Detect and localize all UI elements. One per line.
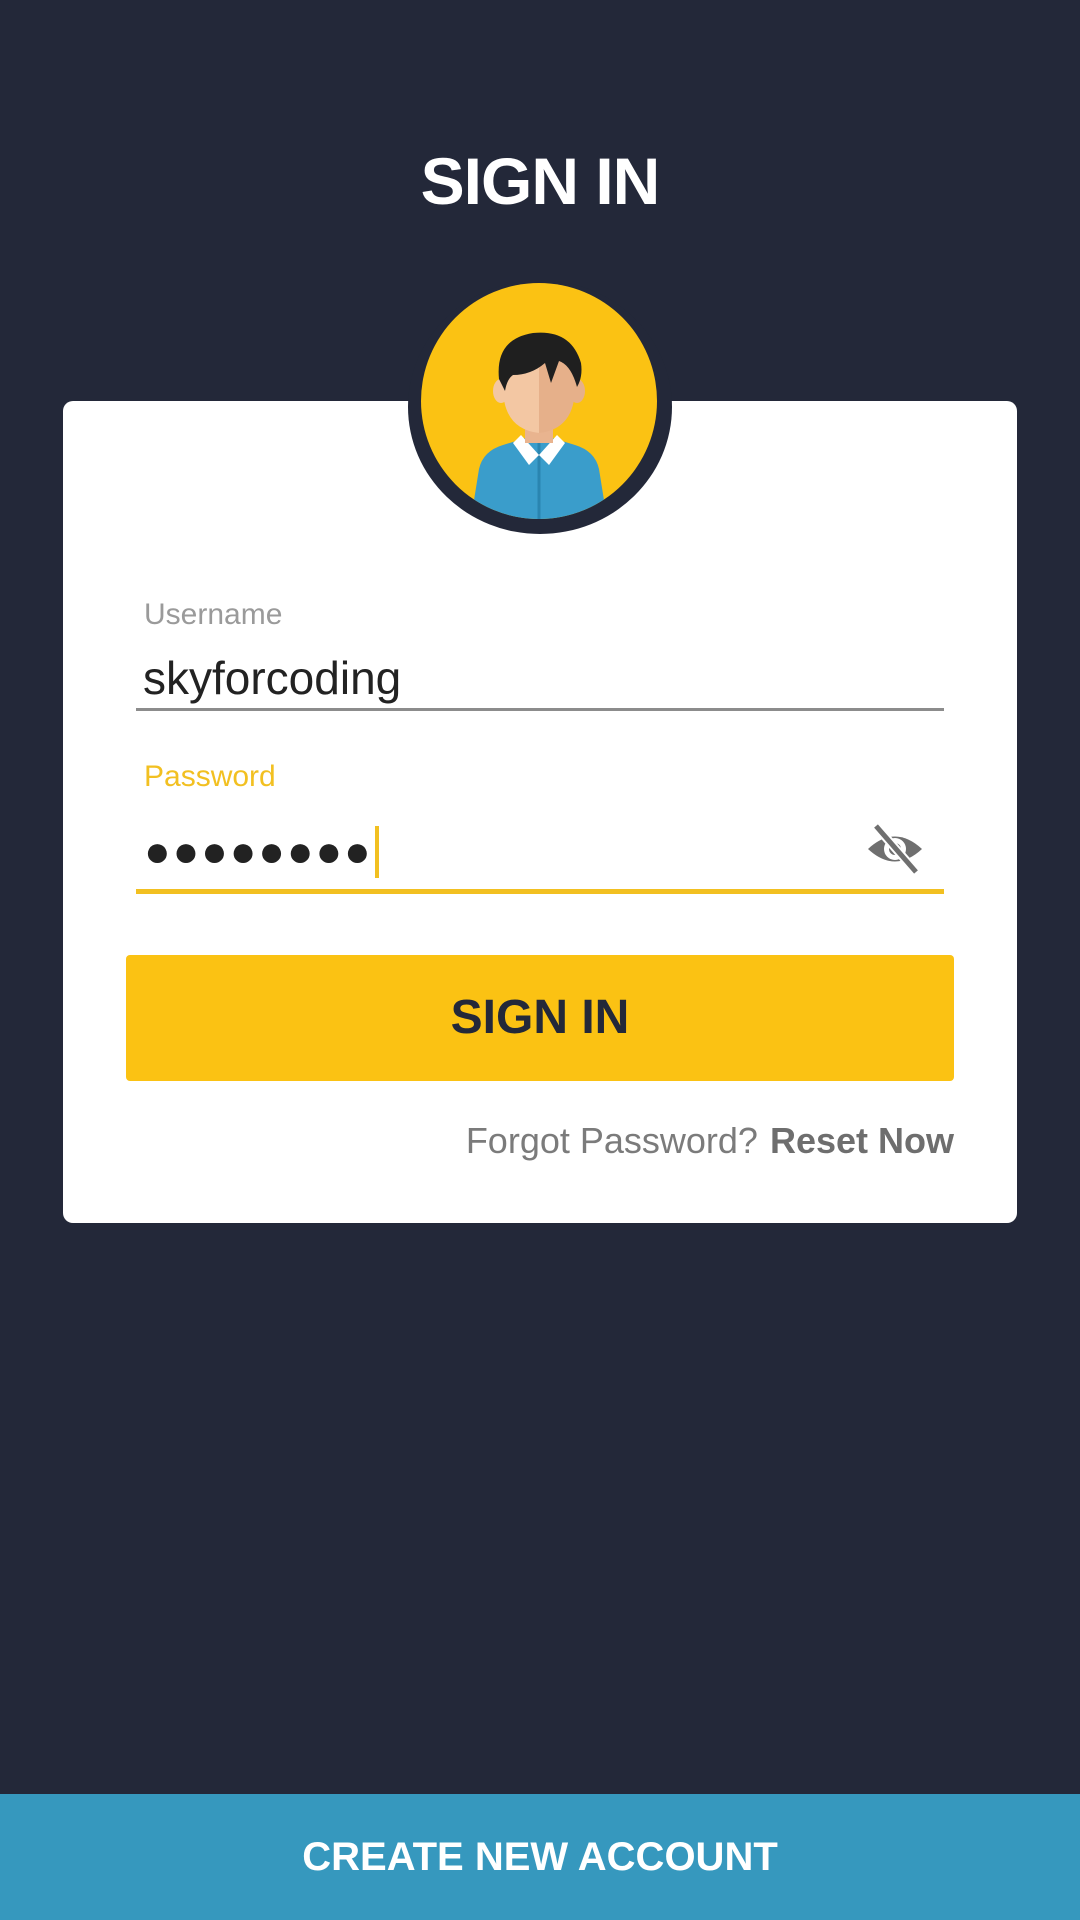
forgot-password-row: Forgot Password? Reset Now [466,1117,954,1165]
user-avatar-icon [421,283,657,519]
password-masked-value: ●●●●●●●● [144,827,373,876]
sign-in-button[interactable]: SIGN IN [126,955,954,1081]
forgot-password-text: Forgot Password? [465,1120,758,1161]
password-label: Password [144,760,276,793]
password-input[interactable]: ●●●●●●●● [144,822,379,882]
username-label: Username [144,598,283,631]
sign-in-screen: SIGN IN Username Password ●●●●●●●● [0,0,1080,1920]
reset-now-link[interactable]: Reset Now [770,1120,954,1161]
eye-off-icon[interactable] [864,822,926,876]
create-account-button[interactable]: CREATE NEW ACCOUNT [0,1794,1080,1920]
username-underline [136,708,944,711]
text-cursor [374,826,379,878]
page-title: SIGN IN [420,144,661,218]
username-input[interactable] [143,650,933,706]
password-underline [136,889,944,894]
